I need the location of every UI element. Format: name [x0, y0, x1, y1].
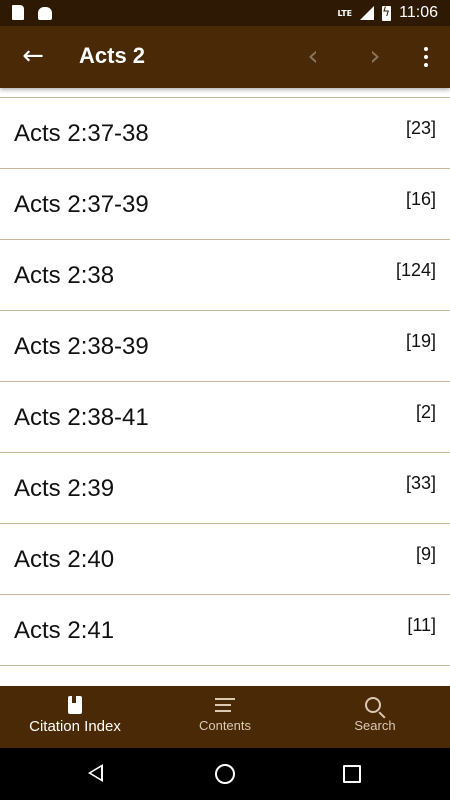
citation-count: [11] — [407, 615, 436, 635]
android-icon — [38, 7, 52, 20]
battery-icon — [382, 5, 392, 21]
citation-count: [9] — [415, 544, 436, 564]
citation-reference: Acts 2:39 — [14, 475, 115, 502]
toolbar: ← Acts 2 ‹ › — [0, 26, 450, 88]
tab-label: Search — [354, 718, 396, 733]
home-circle-icon[interactable] — [215, 764, 235, 784]
more-options-icon[interactable] — [414, 41, 438, 73]
citation-reference: Acts 2:38 — [14, 262, 115, 289]
chevron-right-icon[interactable]: › — [360, 39, 390, 73]
citation-reference: Acts 2:37-38 — [14, 120, 149, 147]
list-item[interactable]: Acts 2:41 [11] — [0, 595, 450, 666]
list-item[interactable]: Acts 2:39 [33] — [0, 453, 450, 524]
list-icon — [215, 698, 235, 712]
citation-list[interactable]: Acts 2:37-38 [23] Acts 2:37-39 [16] Acts… — [0, 97, 450, 686]
back-arrow-icon[interactable]: ← — [18, 41, 48, 71]
system-navigation-bar — [0, 748, 450, 800]
citation-count: [19] — [405, 331, 436, 351]
network-type: LTE — [337, 8, 353, 18]
citation-count: [16] — [405, 189, 436, 209]
clock: 11:06 — [399, 4, 438, 21]
citation-count: [124] — [395, 260, 436, 280]
bottom-navigation: Citation Index Contents Search — [0, 686, 450, 748]
recents-square-icon[interactable] — [343, 765, 361, 783]
citation-count: [2] — [415, 402, 436, 422]
sd-card-icon — [12, 5, 24, 20]
status-bar: LTE 11:06 — [0, 0, 450, 26]
chevron-left-icon[interactable]: ‹ — [298, 39, 328, 73]
search-icon — [365, 697, 381, 713]
list-item[interactable]: Acts 2:37-38 [23] — [0, 98, 450, 169]
citation-reference: Acts 2:37-39 — [14, 191, 149, 218]
back-triangle-icon[interactable] — [88, 764, 103, 782]
page-title: Acts 2 — [79, 43, 146, 68]
tab-contents[interactable]: Contents — [150, 686, 300, 748]
list-item[interactable]: Acts 2:38 [124] — [0, 240, 450, 311]
citation-count: [23] — [405, 118, 436, 138]
tab-search[interactable]: Search — [300, 686, 450, 748]
book-icon — [68, 696, 82, 714]
tab-label: Citation Index — [29, 718, 121, 735]
list-item[interactable]: Acts 2:38-39 [19] — [0, 311, 450, 382]
citation-reference: Acts 2:38-39 — [14, 333, 149, 360]
tab-citation-index[interactable]: Citation Index — [0, 686, 150, 748]
citation-reference: Acts 2:40 — [14, 546, 115, 573]
citation-reference: Acts 2:41 — [14, 617, 115, 644]
list-item[interactable]: Acts 2:40 [9] — [0, 524, 450, 595]
signal-icon — [360, 6, 375, 20]
list-item[interactable]: Acts 2:37-39 [16] — [0, 169, 450, 240]
citation-count: [33] — [405, 473, 436, 493]
citation-reference: Acts 2:38-41 — [14, 404, 149, 431]
list-item[interactable]: Acts 2:38-41 [2] — [0, 382, 450, 453]
tab-label: Contents — [198, 718, 252, 733]
